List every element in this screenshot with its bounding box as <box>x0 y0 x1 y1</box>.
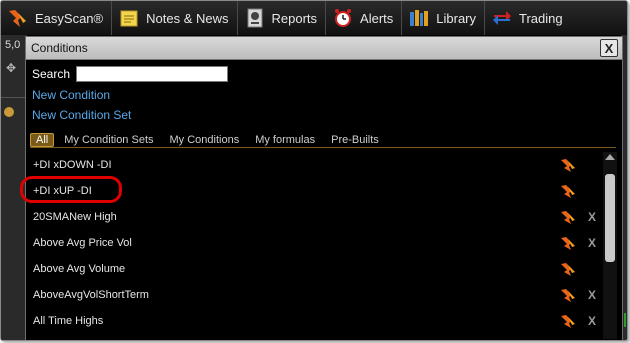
conditions-list: +DI xDOWN -DI +DI xUP -DI 20SMANew High … <box>30 152 618 339</box>
toolbar-trading[interactable]: Trading <box>485 1 571 35</box>
main-toolbar: EasyScan® Notes & News Reports Alerts Li… <box>1 1 627 36</box>
toolbar-notes-label: Notes & News <box>146 10 229 26</box>
scan-condition-icon[interactable] <box>560 313 576 329</box>
scan-condition-icon[interactable] <box>560 287 576 303</box>
tab-my-formulas[interactable]: My formulas <box>249 133 321 147</box>
condition-tabs: All My Condition Sets My Conditions My f… <box>30 133 389 147</box>
move-icon: ✥ <box>6 61 17 75</box>
toolbar-alerts[interactable]: Alerts <box>326 1 403 35</box>
alarm-clock-icon <box>335 9 352 27</box>
delete-condition-button[interactable]: X <box>588 236 596 250</box>
background-value: 5,0 <box>5 39 21 51</box>
list-item[interactable]: All Time Highs X <box>30 308 600 334</box>
dialog-title: Conditions <box>31 41 88 55</box>
list-item[interactable]: Above Avg Price Vol X <box>30 230 600 256</box>
search-label: Search <box>32 67 71 81</box>
reports-icon <box>247 8 262 28</box>
list-item[interactable]: AboveAvgVolShortTerm X <box>30 282 600 308</box>
condition-label: Above Avg Price Vol <box>33 237 132 249</box>
tab-my-conditions[interactable]: My Conditions <box>164 133 246 147</box>
notes-icon <box>120 10 138 27</box>
tab-all[interactable]: All <box>30 133 55 147</box>
list-item[interactable]: +DI xDOWN -DI <box>30 152 600 178</box>
tabs-divider <box>30 147 616 148</box>
new-condition-set-link[interactable]: New Condition Set <box>32 108 131 122</box>
background-left-strip: 5,0 ✥ <box>1 35 27 340</box>
toolbar-library-label: Library <box>436 10 477 26</box>
tab-my-condition-sets[interactable]: My Condition Sets <box>58 133 159 147</box>
dialog-titlebar[interactable]: Conditions X <box>26 37 622 60</box>
scan-condition-icon[interactable] <box>560 183 576 199</box>
easyscan-icon <box>9 10 26 27</box>
new-condition-link[interactable]: New Condition <box>32 88 110 102</box>
toolbar-reports[interactable]: Reports <box>238 1 327 35</box>
scan-condition-icon[interactable] <box>560 209 576 225</box>
condition-label: Above Avg Volume <box>33 263 126 275</box>
toolbar-notes-news[interactable]: Notes & News <box>112 1 238 35</box>
scan-condition-icon[interactable] <box>560 235 576 251</box>
tab-pre-builts[interactable]: Pre-Builts <box>325 133 385 147</box>
toolbar-easyscan-label: EasyScan® <box>35 10 104 26</box>
library-icon <box>410 10 429 26</box>
close-icon: X <box>604 40 614 56</box>
delete-condition-button[interactable]: X <box>588 314 596 328</box>
condition-label: +DI xUP -DI <box>33 185 92 197</box>
list-item[interactable]: +DI xUP -DI <box>30 178 600 204</box>
app-window: EasyScan® Notes & News Reports Alerts Li… <box>0 0 628 341</box>
list-item[interactable]: 20SMANew High X <box>30 204 600 230</box>
conditions-dialog: Conditions X Search New Condition New Co… <box>25 36 623 340</box>
search-input[interactable] <box>76 66 229 82</box>
toolbar-library[interactable]: Library <box>402 1 486 35</box>
trading-icon <box>493 11 512 25</box>
divider <box>1 97 27 98</box>
status-dot-icon <box>4 107 14 117</box>
delete-condition-button[interactable]: X <box>588 288 596 302</box>
condition-label: AboveAvgVolShortTerm <box>33 289 149 301</box>
condition-label: All Time Highs <box>33 315 104 327</box>
scroll-up-arrow-icon[interactable] <box>605 154 615 160</box>
close-button[interactable]: X <box>600 39 618 57</box>
scan-condition-icon[interactable] <box>560 261 576 277</box>
indicator-bar <box>624 313 626 327</box>
condition-label: +DI xDOWN -DI <box>33 159 112 171</box>
toolbar-reports-label: Reports <box>271 10 318 26</box>
condition-label: 20SMANew High <box>33 211 117 223</box>
toolbar-easyscan[interactable]: EasyScan® <box>1 1 113 35</box>
toolbar-alerts-label: Alerts <box>360 10 394 26</box>
list-scrollbar[interactable] <box>603 152 617 339</box>
search-row: Search <box>32 66 229 82</box>
scroll-thumb[interactable] <box>605 174 615 262</box>
delete-condition-button[interactable]: X <box>588 210 596 224</box>
toolbar-trading-label: Trading <box>519 10 563 26</box>
scan-condition-icon[interactable] <box>560 157 576 173</box>
list-item[interactable]: Above Avg Volume <box>30 256 600 282</box>
